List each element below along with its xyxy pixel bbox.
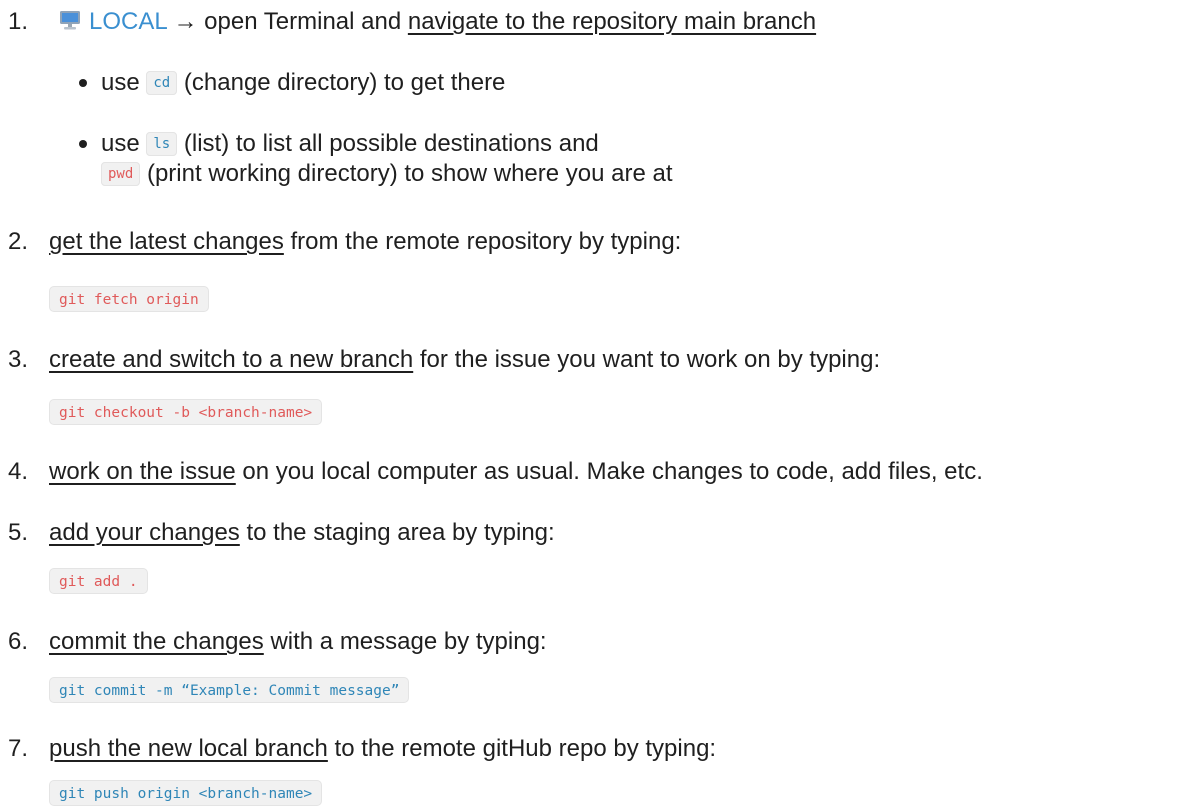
subitem-text: (list) to list all possible destinations… [177,130,599,157]
step-number: 6. [8,628,29,655]
step-text: to the staging area by typing: [239,519,555,546]
subitem-text: (change directory) to get there [177,69,506,96]
step-text: on you local computer as usual. Make cha… [235,458,983,485]
step-link[interactable]: create and switch to a new branch [49,346,413,373]
step-text: to the remote gitHub repo by typing: [327,735,717,762]
inline-code-pwd: pwd [101,162,141,186]
step-text: open Terminal and [204,8,408,35]
step-link[interactable]: add your changes [49,519,240,546]
step-number: 5. [8,519,29,546]
bullet [79,140,87,148]
step-text: for the issue you want to work on by typ… [413,346,881,373]
subitem-text: (print working directory) to show where … [140,160,673,187]
inline-code-ls: ls [146,132,178,156]
code-block: git checkout -b <branch-name> [49,399,323,425]
code-block: git commit -m “Example: Commit message” [49,677,410,703]
inline-code-cd: cd [146,71,178,95]
step-link[interactable]: work on the issue [49,458,236,485]
step-number: 7. [8,735,29,762]
subitem-text: use [101,69,147,96]
code-block: git push origin <branch-name> [49,780,323,806]
step-number: 2. [8,228,29,255]
local-label: LOCAL [89,8,167,35]
step-link[interactable]: push the new local branch [49,735,328,762]
step-link[interactable]: navigate to the repository main branch [408,8,816,35]
step-link[interactable]: get the latest changes [49,228,284,255]
code-block: git add . [49,568,148,594]
step-text: with a message by typing: [263,628,547,655]
arrow: → [173,8,198,35]
bullet [79,79,87,87]
step-text: from the remote repository by typing: [283,228,682,255]
step-number: 1. [8,8,29,35]
step-number: 3. [8,346,29,373]
step-number: 4. [8,458,29,485]
code-block: git fetch origin [49,286,209,312]
step-link[interactable]: commit the changes [49,628,264,655]
subitem-text: use [101,130,147,157]
desktop-computer-icon [59,9,81,39]
